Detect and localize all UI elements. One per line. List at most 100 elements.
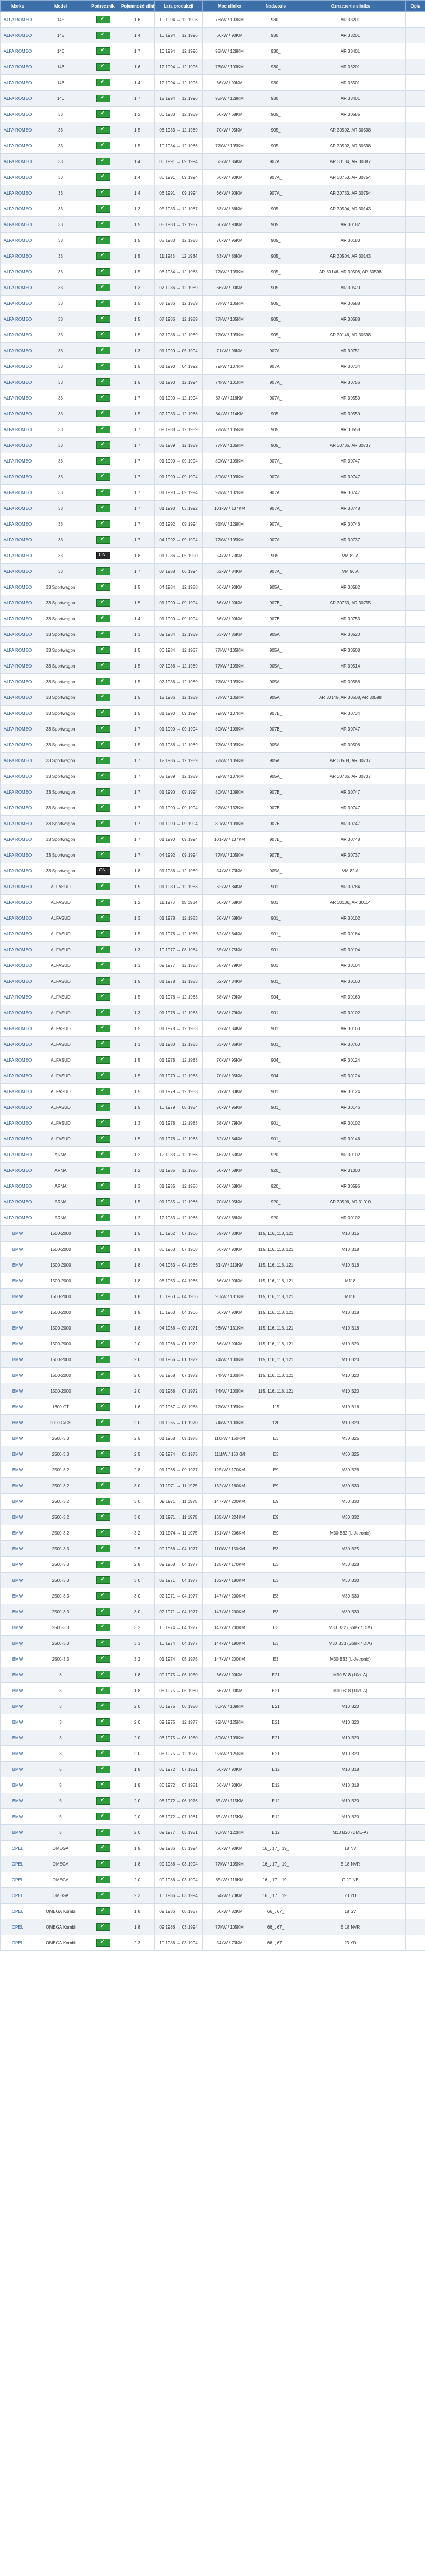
table-row[interactable]: BMW1500-20001.810.1963 → 04.196666kW / 9… (0, 1304, 425, 1320)
table-row[interactable]: ALFA ROMEOALFASUD1.501.1978 → 12.198370k… (0, 1052, 425, 1068)
table-row[interactable]: ALFA ROMEOALFASUD1.301.1978 → 12.198358k… (0, 1005, 425, 1021)
table-row[interactable]: ALFA ROMEO331.511.1983 → 12.198463kW / 8… (0, 248, 425, 264)
manual-available-icon[interactable] (96, 1340, 110, 1348)
manual-available-icon[interactable] (96, 678, 110, 685)
table-row[interactable]: BMW1500-20001.804.1966 → 09.197196kW / 1… (0, 1320, 425, 1336)
table-row[interactable]: BMW1500-20002.001.1966 → 01.197274kW / 1… (0, 1351, 425, 1368)
manual-available-icon[interactable] (96, 1592, 110, 1600)
table-row[interactable]: ALFA ROMEOALFASUD1.501.1980 → 12.198362k… (0, 878, 425, 895)
manual-available-icon[interactable] (96, 189, 110, 197)
table-row[interactable]: BMW2500-3.32.509.1968 → 04.1977110kW / 1… (0, 1540, 425, 1557)
manual-available-icon[interactable] (96, 268, 110, 276)
column-header-model[interactable]: Model (35, 0, 86, 12)
manual-available-icon[interactable] (96, 252, 110, 260)
manual-available-icon[interactable] (96, 63, 110, 71)
manual-available-icon[interactable] (96, 662, 110, 670)
manual-available-icon[interactable] (96, 1655, 110, 1663)
table-row[interactable]: ALFA ROMEO33 Sportwagon1.702.1989 → 12.1… (0, 768, 425, 784)
table-row[interactable]: ALFA ROMEO33 Sportwagon1.701.1990 → 09.1… (0, 815, 425, 832)
column-header-lata[interactable]: Lata produkcji (154, 0, 203, 12)
table-row[interactable]: ALFA ROMEOALFASUD1.501.1978 → 12.198362k… (0, 1131, 425, 1147)
manual-available-icon[interactable] (96, 1025, 110, 1032)
table-row[interactable]: BMW1500-20001.806.1963 → 07.196866kW / 9… (0, 1241, 425, 1257)
table-row[interactable]: ALFA ROMEOALFASUD1.501.1979 → 12.198361k… (0, 1083, 425, 1100)
table-row[interactable]: ALFA ROMEO331.505.1983 → 12.198870kW / 9… (0, 232, 425, 248)
manual-available-icon[interactable] (96, 410, 110, 417)
manual-available-icon[interactable] (96, 1261, 110, 1269)
manual-available-icon[interactable] (96, 378, 110, 386)
table-row[interactable]: ALFA ROMEOALFASUD1.501.1978 → 12.198362k… (0, 926, 425, 942)
manual-available-icon[interactable] (96, 536, 110, 544)
manual-available-icon[interactable] (96, 1513, 110, 1521)
manual-available-icon[interactable] (96, 457, 110, 465)
table-row[interactable]: ALFA ROMEO331.206.1983 → 12.198950kW / 6… (0, 106, 425, 122)
column-header-opis[interactable]: Opis (405, 0, 425, 12)
table-row[interactable]: ALFA ROMEO33 Sportwagon1.507.1986 → 12.1… (0, 658, 425, 674)
table-row[interactable]: BMW1500-20001.808.1963 → 04.196666kW / 9… (0, 1273, 425, 1289)
manual-available-icon[interactable] (96, 1561, 110, 1568)
manual-available-icon[interactable] (96, 284, 110, 291)
table-row[interactable]: ALFA ROMEO33 Sportwagon1.704.1992 → 09.1… (0, 847, 425, 863)
manual-available-icon[interactable] (96, 631, 110, 638)
manual-available-icon[interactable] (96, 1151, 110, 1158)
table-row[interactable]: ALFA ROMEO331.506.1984 → 12.198877kW / 1… (0, 264, 425, 280)
manual-available-icon[interactable] (96, 1167, 110, 1174)
manual-available-icon[interactable] (96, 126, 110, 134)
manual-available-icon[interactable] (96, 1356, 110, 1363)
table-row[interactable]: ALFA ROMEO331.406.1991 → 09.199463kW / 8… (0, 153, 425, 170)
manual-available-icon[interactable] (96, 363, 110, 370)
table-row[interactable]: ALFA ROMEO331.701.1990 → 03.1992101kW / … (0, 500, 425, 516)
table-row[interactable]: ALFA ROMEOALFASUD1.211.1973 → 05.198450k… (0, 894, 425, 910)
table-row[interactable]: ALFA ROMEO331.502.1983 → 12.198884kW / 1… (0, 406, 425, 422)
manual-available-icon[interactable] (96, 441, 110, 449)
table-row[interactable]: ALFA ROMEO331.701.1990 → 12.199487kW / 1… (0, 390, 425, 406)
table-row[interactable]: ALFA ROMEO1461.612.1994 → 12.199676kW / … (0, 59, 425, 75)
table-row[interactable]: BMW1500-20001.510.1962 → 07.196659kW / 8… (0, 1225, 425, 1242)
manual-available-icon[interactable] (96, 1230, 110, 1237)
table-row[interactable]: BMW52.009.1977 → 05.198190kW / 122KME12M… (0, 1824, 425, 1841)
manual-available-icon[interactable] (96, 646, 110, 654)
table-row[interactable]: ALFA ROMEOALFASUD1.501.1978 → 12.198362k… (0, 973, 425, 989)
manual-available-icon[interactable] (96, 110, 110, 118)
column-header-oznaczenie[interactable]: Oznaczenie silnika (295, 0, 406, 12)
manual-available-icon[interactable] (96, 236, 110, 244)
table-row[interactable]: BMW2500-3.23.001.1971 → 11.1975165kW / 2… (0, 1509, 425, 1525)
manual-available-icon[interactable] (96, 1781, 110, 1789)
table-row[interactable]: BMW32.006.1975 → 06.198080kW / 109KME21M… (0, 1730, 425, 1746)
table-row[interactable]: ALFA ROMEO331.707.1988 → 06.199462kW / 8… (0, 563, 425, 579)
manual-available-icon[interactable] (96, 1198, 110, 1206)
manual-available-icon[interactable] (96, 1671, 110, 1679)
manual-available-icon[interactable] (96, 32, 110, 39)
manual-available-icon[interactable] (96, 1103, 110, 1111)
table-row[interactable]: ALFA ROMEO331.510.1984 → 12.198677kW / 1… (0, 138, 425, 154)
table-row[interactable]: ALFA ROMEOARNA1.212.1983 → 12.198646kW /… (0, 1146, 425, 1163)
table-row[interactable]: ALFA ROMEO331.507.1986 → 12.198977kW / 1… (0, 311, 425, 327)
table-row[interactable]: OPELOMEGA Kombi1.809.1986 → 03.199477kW … (0, 1919, 425, 1935)
manual-available-icon[interactable] (96, 1750, 110, 1757)
column-header-marka[interactable]: Marka (0, 0, 35, 12)
table-row[interactable]: OPELOMEGA2.310.1986 → 03.199454kW / 73KM… (0, 1887, 425, 1904)
table-row[interactable]: ALFA ROMEO331.702.1989 → 12.198977kW / 1… (0, 437, 425, 453)
table-row[interactable]: BMW2500-3.32.501.1968 → 09.1975110kW / 1… (0, 1430, 425, 1446)
manual-available-icon[interactable] (96, 1466, 110, 1474)
table-row[interactable]: ALFA ROMEO331.301.1990 → 05.199471kW / 9… (0, 342, 425, 359)
table-row[interactable]: ALFA ROMEO1451.610.1994 → 12.199676kW / … (0, 11, 425, 28)
manual-available-icon[interactable] (96, 962, 110, 969)
column-header-pojemnosc[interactable]: Pojemność silnika (120, 0, 155, 12)
table-row[interactable]: ALFA ROMEO33 Sportwagon1.507.1986 → 12.1… (0, 673, 425, 690)
table-row[interactable]: BMW1500-20001.804.1963 → 04.196681kW / 1… (0, 1257, 425, 1273)
manual-available-icon[interactable] (96, 725, 110, 733)
table-row[interactable]: ALFA ROMEO331.307.1986 → 12.198966kW / 9… (0, 279, 425, 296)
table-row[interactable]: BMW31.806.1975 → 06.198066kW / 90KME21M1… (0, 1682, 425, 1699)
manual-available-icon[interactable] (96, 473, 110, 481)
table-row[interactable]: ALFA ROMEOARNA1.501.1985 → 12.198670kW /… (0, 1194, 425, 1210)
table-row[interactable]: ALFA ROMEO33 Sportwagon1.701.1990 → 09.1… (0, 721, 425, 737)
table-row[interactable]: ALFA ROMEO331.701.1990 → 09.199480kW / 1… (0, 453, 425, 469)
table-row[interactable]: ALFA ROMEO1461.710.1994 → 12.199695kW / … (0, 43, 425, 59)
manual-available-icon[interactable] (96, 1529, 110, 1537)
manual-available-icon[interactable] (96, 1387, 110, 1395)
table-row[interactable]: OPELOMEGA Kombi1.809.1986 → 08.198760kW … (0, 1903, 425, 1919)
manual-available-icon[interactable] (96, 331, 110, 339)
table-row[interactable]: ALFA ROMEO33 Sportwagon1.701.1990 → 09.1… (0, 784, 425, 800)
manual-available-icon[interactable] (96, 1088, 110, 1095)
